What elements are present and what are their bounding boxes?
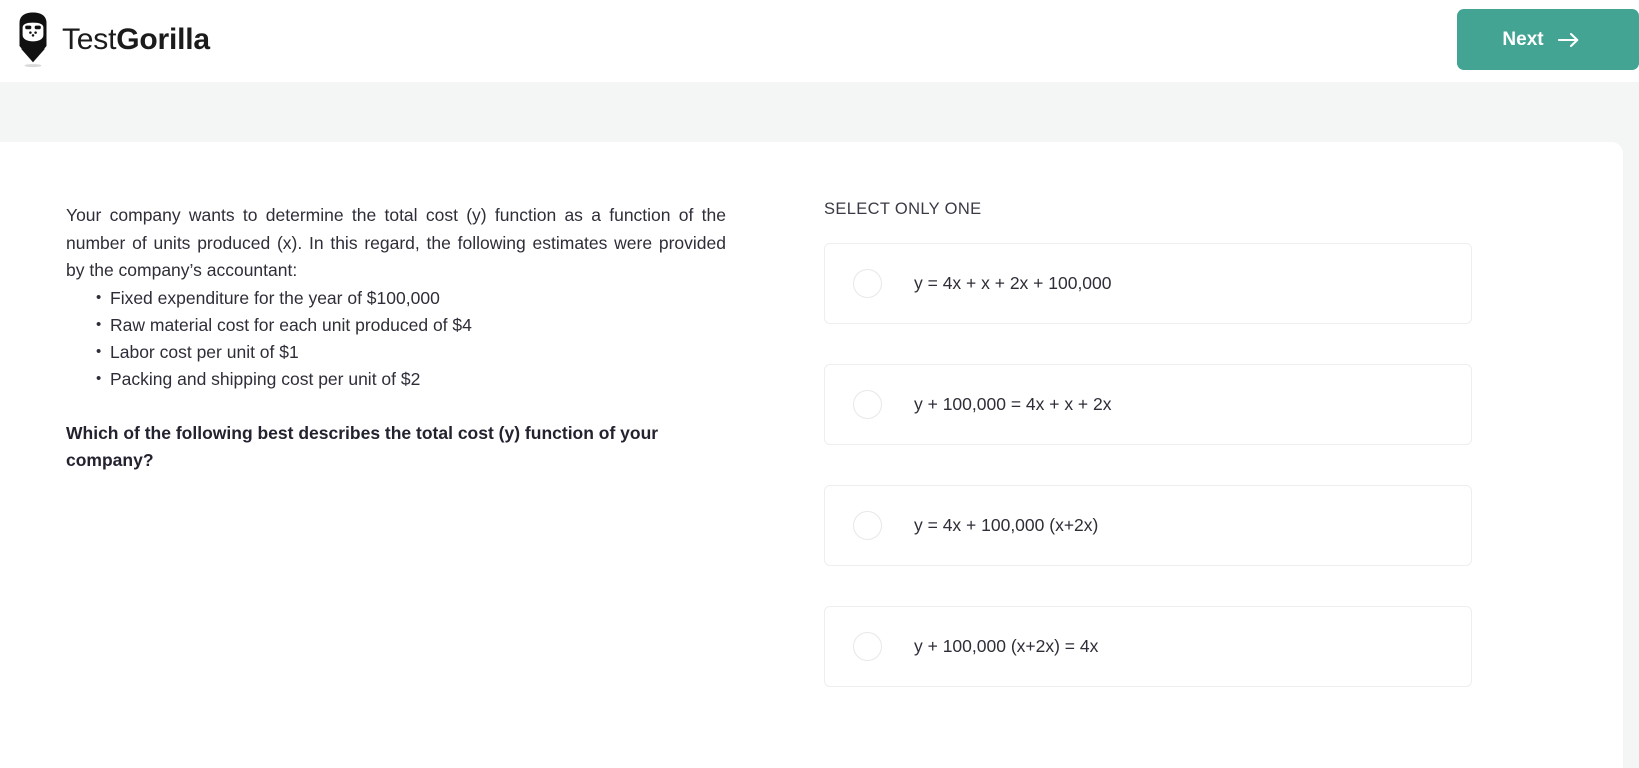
question-bullet-list: Fixed expenditure for the year of $100,0… [66, 283, 726, 394]
answer-option-4[interactable]: y + 100,000 (x+2x) = 4x [824, 606, 1472, 687]
radio-button-icon[interactable] [853, 511, 882, 540]
list-item: Labor cost per unit of $1 [96, 338, 726, 366]
progress-strip [0, 82, 1639, 142]
next-button-label: Next [1502, 28, 1544, 50]
question-pane: Your company wants to determine the tota… [66, 202, 726, 474]
arrow-right-icon [1557, 31, 1580, 49]
select-only-one-label: SELECT ONLY ONE [824, 200, 982, 218]
radio-button-icon[interactable] [853, 632, 882, 661]
app-header: Test Gorilla Next [0, 0, 1639, 82]
next-button[interactable]: Next [1457, 9, 1639, 70]
list-item: Fixed expenditure for the year of $100,0… [96, 283, 726, 312]
brand-logo[interactable]: Test Gorilla [14, 6, 210, 74]
question-paragraph: Your company wants to determine the tota… [66, 205, 726, 280]
list-item: Raw material cost for each unit produced… [96, 311, 726, 339]
answer-option-2[interactable]: y + 100,000 = 4x + x + 2x [824, 364, 1472, 445]
brand-prefix: Test [62, 23, 117, 56]
list-item: Packing and shipping cost per unit of $2 [96, 365, 726, 393]
answer-option-3[interactable]: y = 4x + 100,000 (x+2x) [824, 485, 1472, 566]
question-prompt: Which of the following best describes th… [66, 423, 659, 471]
question-content-card: Your company wants to determine the tota… [0, 142, 1623, 768]
radio-button-icon[interactable] [853, 269, 882, 298]
answer-option-label: y = 4x + x + 2x + 100,000 [914, 273, 1112, 293]
brand-suffix: Gorilla [116, 23, 210, 56]
answer-option-1[interactable]: y = 4x + x + 2x + 100,000 [824, 243, 1472, 324]
answer-option-label: y + 100,000 = 4x + x + 2x [914, 394, 1112, 414]
brand-wordmark: Test Gorilla [62, 25, 210, 55]
question-layout: Your company wants to determine the tota… [0, 142, 1623, 768]
answers-pane: SELECT ONLY ONE y = 4x + x + 2x + 100,00… [824, 200, 1472, 687]
radio-button-icon[interactable] [853, 390, 882, 419]
answer-option-label: y + 100,000 (x+2x) = 4x [914, 636, 1099, 656]
gorilla-logo-icon [19, 12, 47, 68]
answer-option-label: y = 4x + 100,000 (x+2x) [914, 515, 1099, 535]
